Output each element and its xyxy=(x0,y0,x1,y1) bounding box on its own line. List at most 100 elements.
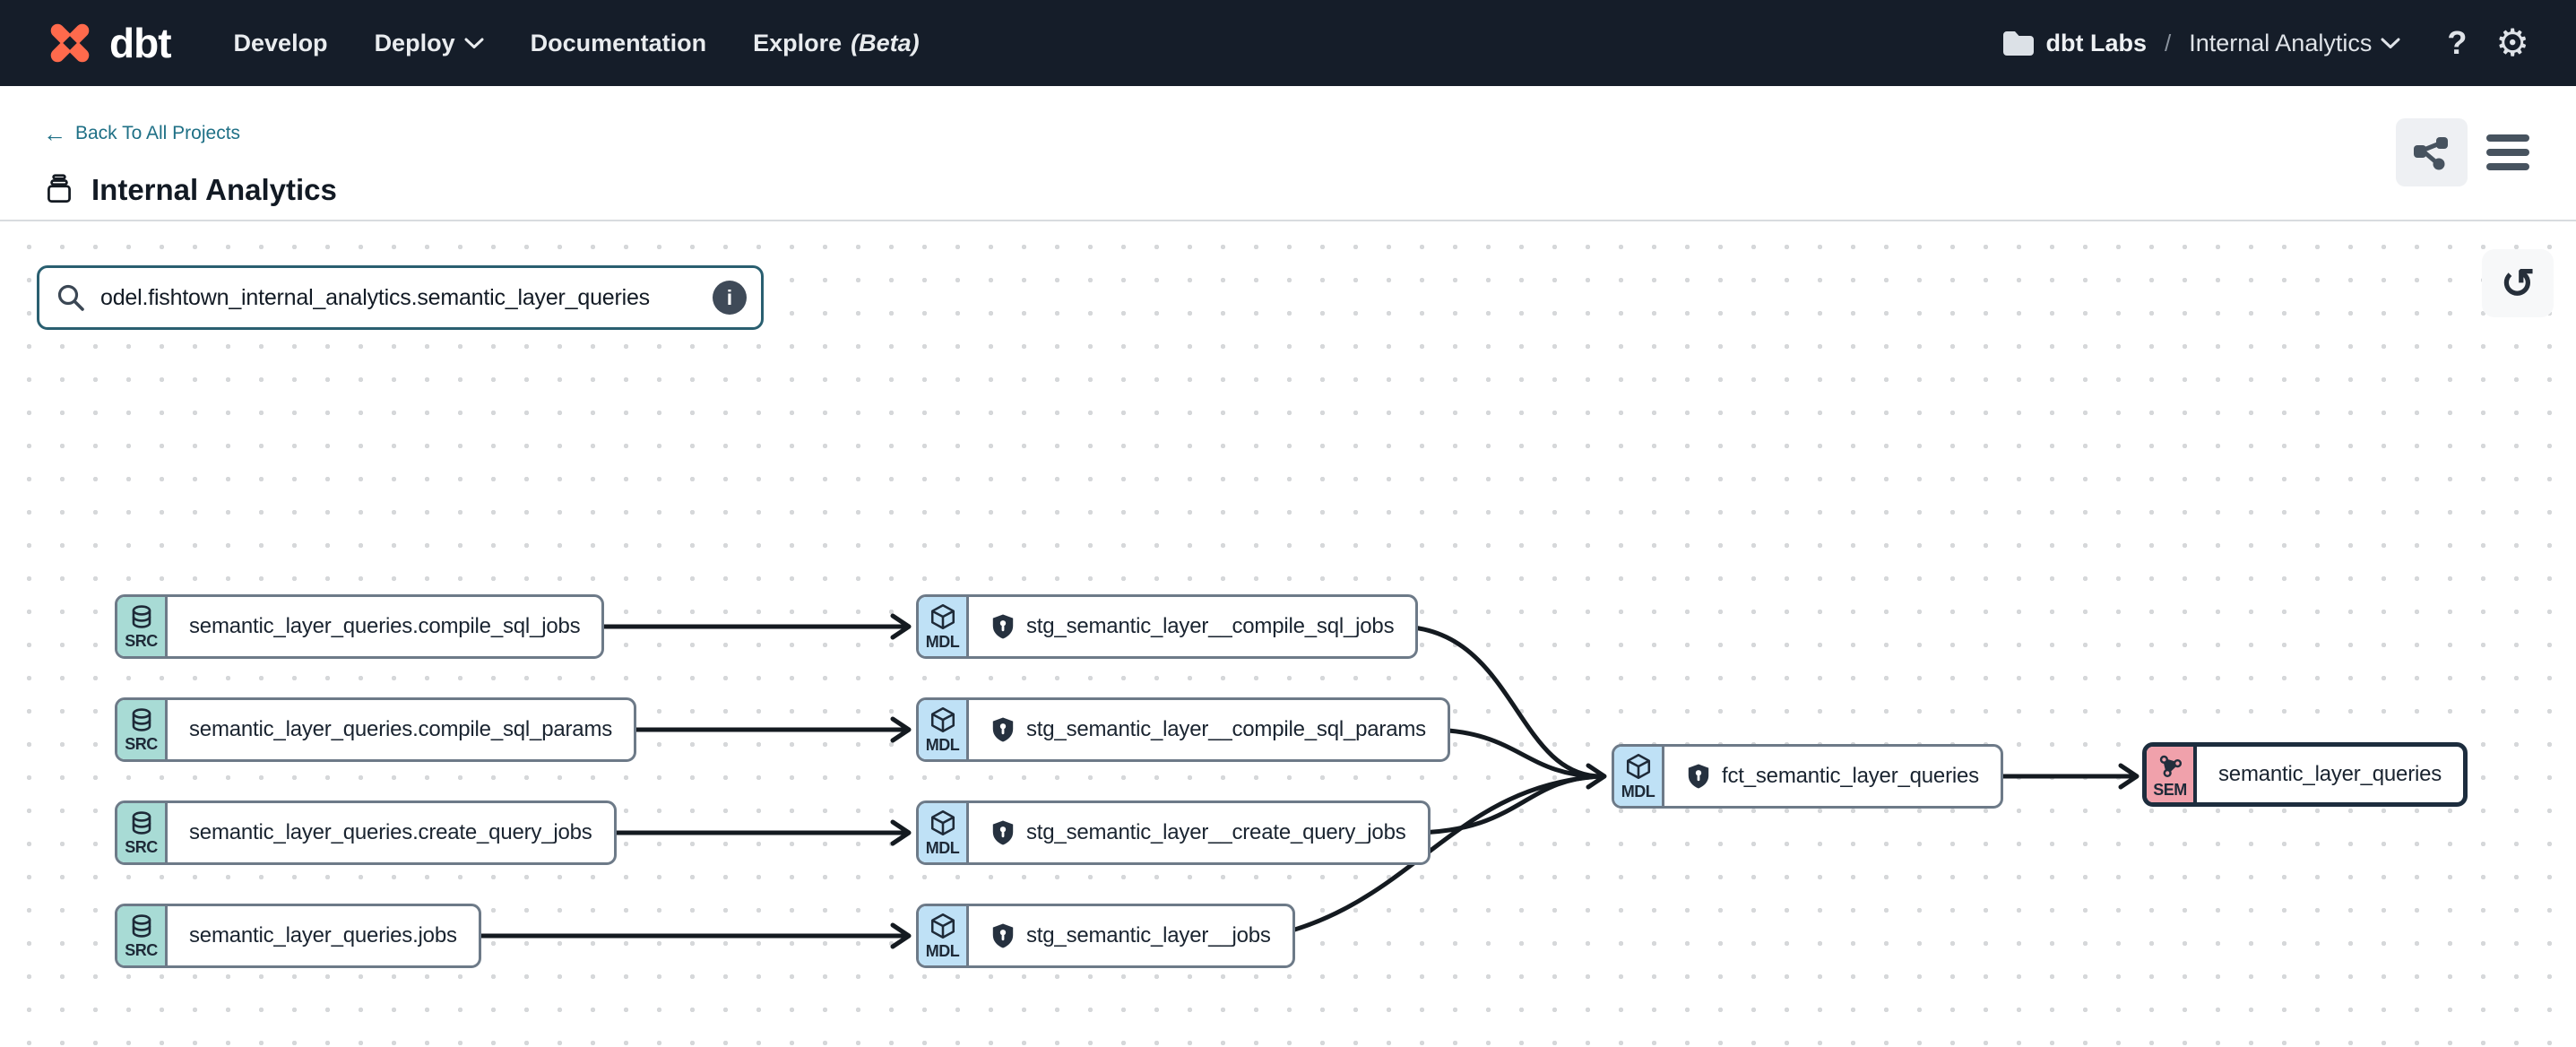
nav-item-develop[interactable]: Develop xyxy=(234,30,328,57)
node-name: fct_semantic_layer_queries xyxy=(1722,764,1979,789)
dbt-logo-text: dbt xyxy=(109,19,171,67)
graph-node-source-jobs[interactable]: SRC semantic_layer_queries.jobs xyxy=(115,904,481,968)
node-name: semantic_layer_queries.jobs xyxy=(189,923,457,948)
info-icon[interactable]: i xyxy=(713,281,747,315)
node-type-badge: SRC xyxy=(117,906,168,965)
node-type-badge: MDL xyxy=(1614,747,1664,806)
node-name: stg_semantic_layer__compile_sql_params xyxy=(1026,717,1426,742)
graph-node-stg-jobs[interactable]: MDL stg_semantic_layer__jobs xyxy=(916,904,1295,968)
node-name: stg_semantic_layer__compile_sql_jobs xyxy=(1026,614,1394,639)
edge-mdl3-fct xyxy=(1412,776,1601,833)
folder-icon xyxy=(2001,29,2034,57)
graph-node-stg-compile-sql-params[interactable]: MDL stg_semantic_layer__compile_sql_para… xyxy=(916,697,1450,762)
node-name: semantic_layer_queries.compile_sql_param… xyxy=(189,717,612,742)
graph-node-source-create-query-jobs[interactable]: SRC semantic_layer_queries.create_query_… xyxy=(115,800,617,865)
shield-icon xyxy=(990,819,1016,846)
database-icon xyxy=(128,706,155,733)
node-type-label: SRC xyxy=(125,735,158,754)
top-navbar: dbt Develop Deploy Documentation Explore… xyxy=(0,0,2576,86)
node-type-badge: MDL xyxy=(919,700,969,759)
node-name: stg_semantic_layer__jobs xyxy=(1026,923,1271,948)
hamburger-bar xyxy=(2486,163,2529,170)
cube-icon xyxy=(1624,752,1653,781)
search-input[interactable]: odel.fishtown_internal_analytics.semanti… xyxy=(100,285,698,311)
node-label: stg_semantic_layer__compile_sql_jobs xyxy=(969,597,1415,656)
title-row: Internal Analytics xyxy=(41,172,337,208)
chevron-down-icon xyxy=(464,38,484,49)
nav-menu: Develop Deploy Documentation Explore (Be… xyxy=(234,30,920,57)
database-icon xyxy=(128,809,155,836)
dbt-logo[interactable]: dbt xyxy=(41,14,171,72)
node-type-badge: MDL xyxy=(919,803,969,862)
database-icon xyxy=(128,913,155,939)
graph-node-source-compile-sql-jobs[interactable]: SRC semantic_layer_queries.compile_sql_j… xyxy=(115,594,604,659)
nav-item-label: Develop xyxy=(234,30,328,57)
hamburger-bar xyxy=(2486,134,2529,142)
help-icon[interactable]: ? xyxy=(2447,24,2467,62)
page-header: ← Back To All Projects Internal Analytic… xyxy=(0,86,2576,221)
database-icon xyxy=(128,603,155,630)
node-name: semantic_layer_queries.create_query_jobs xyxy=(189,820,592,845)
node-label: fct_semantic_layer_queries xyxy=(1664,747,2001,806)
chevron-down-icon xyxy=(2381,38,2400,49)
node-label: stg_semantic_layer__jobs xyxy=(969,906,1292,965)
graph-node-source-compile-sql-params[interactable]: SRC semantic_layer_queries.compile_sql_p… xyxy=(115,697,636,762)
node-type-label: MDL xyxy=(926,736,960,755)
node-type-label: SRC xyxy=(125,632,158,651)
lineage-icon xyxy=(2412,134,2451,171)
breadcrumb-project-label: Internal Analytics xyxy=(2189,30,2372,57)
node-type-label: MDL xyxy=(926,633,960,652)
nav-item-deploy[interactable]: Deploy xyxy=(375,30,484,57)
node-name: semantic_layer_queries.compile_sql_jobs xyxy=(189,614,580,639)
page-title: Internal Analytics xyxy=(91,173,337,207)
back-to-projects-link[interactable]: ← Back To All Projects xyxy=(43,122,240,145)
node-type-label: SEM xyxy=(2153,781,2187,800)
breadcrumb-org[interactable]: dbt Labs xyxy=(2046,30,2148,57)
cube-icon xyxy=(929,705,957,734)
node-name: stg_semantic_layer__create_query_jobs xyxy=(1026,820,1406,845)
node-type-label: MDL xyxy=(1621,783,1655,801)
nav-item-explore[interactable]: Explore (Beta) xyxy=(753,30,920,57)
breadcrumb-project-selector[interactable]: Internal Analytics xyxy=(2189,30,2400,57)
node-label: semantic_layer_queries.create_query_jobs xyxy=(168,803,614,862)
node-label: semantic_layer_queries.compile_sql_param… xyxy=(168,700,634,759)
reset-view-button[interactable]: ↺ xyxy=(2482,249,2554,317)
semantic-model-icon xyxy=(2156,750,2184,779)
cube-icon xyxy=(929,809,957,837)
gear-icon[interactable]: ⚙ xyxy=(2495,24,2529,62)
navbar-right: dbt Labs / Internal Analytics ? ⚙ xyxy=(2001,24,2530,62)
graph-node-stg-create-query-jobs[interactable]: MDL stg_semantic_layer__create_query_job… xyxy=(916,800,1431,865)
node-label: stg_semantic_layer__compile_sql_params xyxy=(969,700,1448,759)
back-arrow-icon: ← xyxy=(43,122,66,145)
shield-icon xyxy=(990,716,1016,743)
nav-item-label: Explore xyxy=(753,30,842,57)
graph-node-fct-semantic-layer-queries[interactable]: MDL fct_semantic_layer_queries xyxy=(1612,744,2003,809)
lineage-view-button[interactable] xyxy=(2396,118,2468,186)
node-type-label: SRC xyxy=(125,941,158,960)
shield-icon xyxy=(990,613,1016,640)
breadcrumb-separator: / xyxy=(2165,30,2171,57)
back-link-label: Back To All Projects xyxy=(75,123,240,144)
lineage-canvas: odel.fishtown_internal_analytics.semanti… xyxy=(0,221,2576,1045)
search-icon xyxy=(56,282,86,313)
nav-item-documentation[interactable]: Documentation xyxy=(531,30,707,57)
node-name: semantic_layer_queries xyxy=(2218,762,2442,787)
nav-item-beta-suffix: (Beta) xyxy=(851,30,920,57)
node-label: stg_semantic_layer__create_query_jobs xyxy=(969,803,1428,862)
node-type-badge: MDL xyxy=(919,597,969,656)
dbt-logo-icon xyxy=(41,14,99,72)
node-type-label: MDL xyxy=(926,942,960,961)
hamburger-menu-button[interactable] xyxy=(2486,131,2533,174)
node-label: semantic_layer_queries.compile_sql_jobs xyxy=(168,597,601,656)
graph-node-stg-compile-sql-jobs[interactable]: MDL stg_semantic_layer__compile_sql_jobs xyxy=(916,594,1418,659)
node-label: semantic_layer_queries xyxy=(2197,747,2463,802)
hamburger-bar xyxy=(2486,149,2529,156)
shield-icon xyxy=(1686,763,1711,790)
project-icon xyxy=(41,172,77,208)
search-box[interactable]: odel.fishtown_internal_analytics.semanti… xyxy=(37,265,764,330)
nav-item-label: Documentation xyxy=(531,30,707,57)
shield-icon xyxy=(990,922,1016,949)
nav-item-label: Deploy xyxy=(375,30,455,57)
node-type-label: SRC xyxy=(125,838,158,857)
graph-node-semantic-layer-queries[interactable]: SEM semantic_layer_queries xyxy=(2142,742,2468,807)
